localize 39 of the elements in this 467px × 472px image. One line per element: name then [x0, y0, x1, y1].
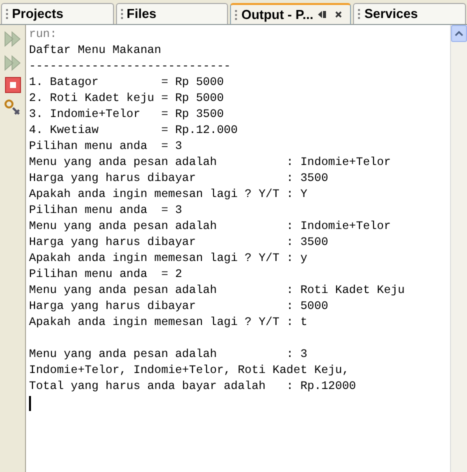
output-line: Harga yang harus dibayar : 3500: [29, 235, 330, 251]
output-line: 1. Batagor = Rp 5000: [29, 75, 225, 91]
output-line: Menu yang anda pesan adalah : Indomie+Telor: [29, 219, 392, 235]
output-line: 2. Roti Kadet keju = Rp 5000: [29, 91, 225, 107]
double-arrow-icon: [4, 31, 22, 47]
grip-icon: [235, 10, 238, 20]
output-line: Menu yang anda pesan adalah : 3: [29, 347, 308, 363]
output-line: Total yang harus anda bayar adalah : Rp.12000: [29, 379, 357, 395]
output-line: Pilihan menu anda = 2: [29, 267, 184, 283]
output-line: Apakah anda ingin memesan lagi ? Y/T : Y: [29, 187, 308, 203]
caret-up-icon: [455, 31, 463, 36]
settings-button[interactable]: [2, 97, 22, 117]
double-arrow-icon: [4, 55, 22, 71]
text-cursor: [29, 396, 31, 410]
output-line: Menu yang anda pesan adalah : Indomie+Telor: [29, 155, 392, 171]
output-line: 4. Kwetiaw = Rp.12.000: [29, 123, 239, 139]
stop-button[interactable]: [4, 77, 20, 93]
output-line: run:: [29, 27, 58, 43]
output-line: Pilihan menu anda = 3: [29, 203, 184, 219]
output-line: 3. Indomie+Telor = Rp 3500: [29, 107, 225, 123]
output-line: Menu yang anda pesan adalah : Roti Kadet Keju: [29, 283, 406, 299]
tab[interactable]: Projects: [1, 3, 114, 24]
stop-icon: [10, 82, 16, 88]
grip-icon: [120, 9, 123, 19]
tab[interactable]: Files: [116, 3, 228, 24]
output-line: Apakah anda ingin memesan lagi ? Y/T : y: [29, 251, 308, 267]
output-line: Apakah anda ingin memesan lagi ? Y/T : t: [29, 315, 308, 331]
output-line: Indomie+Telor, Indomie+Telor, Roti Kadet Keju,: [29, 363, 350, 379]
close-icon[interactable]: [335, 11, 342, 18]
output-line: Harga yang harus dibayar : 3500: [29, 171, 330, 187]
tab[interactable]: Services: [353, 3, 466, 24]
output-line: -----------------------------: [29, 59, 232, 75]
output-line: Pilihan menu anda = 3: [29, 139, 184, 155]
scroll-up-button[interactable]: [451, 25, 467, 42]
tab[interactable]: Output - P...: [230, 3, 352, 24]
grip-icon: [358, 9, 360, 19]
minimize-icon[interactable]: [317, 10, 328, 19]
output-line: Daftar Menu Makanan: [29, 43, 162, 59]
output-line: Harga yang harus dibayar : 5000: [29, 299, 330, 315]
